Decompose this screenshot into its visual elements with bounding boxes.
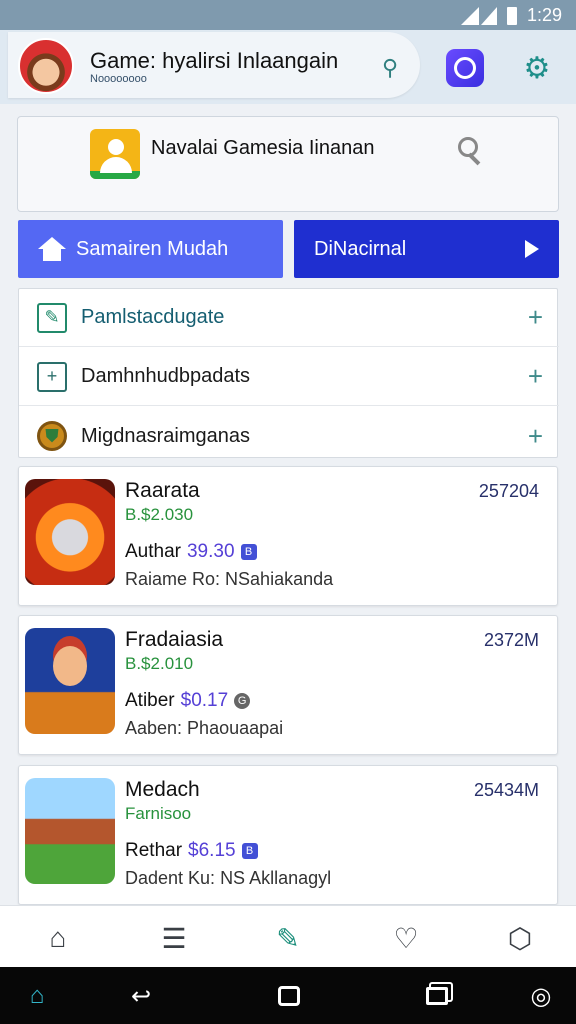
- play-icon: [525, 240, 539, 258]
- assistant-icon[interactable]: ◎: [524, 979, 558, 1013]
- category-item[interactable]: ✎ Pamlstacdugate +: [19, 289, 559, 347]
- back-icon[interactable]: ↩: [124, 979, 158, 1013]
- game-thumbnail: [25, 778, 115, 884]
- category-label: Pamlstacdugate: [81, 306, 225, 328]
- game-title: Fradaiasia: [125, 628, 224, 651]
- badge-icon: B: [241, 843, 258, 859]
- category-list: ✎ Pamlstacdugate + + Damhnhudbpadats + ⛊…: [18, 288, 559, 458]
- search-text: Navalai Gamesia Iinanan: [151, 137, 375, 159]
- game-author: Rethar $6.15 B: [125, 840, 258, 862]
- badge-icon: B: [240, 544, 257, 560]
- plus-icon[interactable]: +: [528, 361, 543, 392]
- pin-icon[interactable]: ⚲: [372, 50, 408, 86]
- game-card[interactable]: Fradaiasia 2372M B.$2.010 Atiber $0.17 G…: [18, 615, 558, 755]
- badge-icon: G: [234, 693, 251, 709]
- game-code: 2372M: [483, 630, 539, 650]
- overview-icon[interactable]: [420, 979, 454, 1013]
- game-price: B.$2.010: [125, 654, 194, 673]
- game-card[interactable]: Raarata 257204 B.$2.030 Authar 39.30 B R…: [18, 466, 558, 606]
- home-icon[interactable]: ⌂: [38, 918, 78, 958]
- author-label: Rethar: [125, 840, 183, 861]
- category-item[interactable]: ⛊ Migdnasraimganas +: [19, 407, 559, 465]
- shield-icon: ⛊: [37, 421, 67, 451]
- game-title: Medach: [125, 778, 200, 801]
- signal-icon: [460, 6, 497, 25]
- category-label: Migdnasraimganas: [81, 424, 250, 447]
- battery-icon: [506, 6, 517, 25]
- author-value: $0.17: [180, 690, 229, 711]
- app-title: Game: hyalirsi Inlaangain: [90, 48, 339, 73]
- add-box-icon: +: [37, 361, 67, 392]
- status-bar: 1:29: [0, 0, 576, 30]
- author-value: 39.30: [186, 541, 235, 562]
- category-label: Damhnhudbpadats: [81, 365, 251, 387]
- next-button-label: DiNacirnal: [314, 237, 407, 260]
- app-subtitle: Noooooooo: [90, 73, 147, 85]
- edit-icon[interactable]: ✎: [268, 918, 308, 958]
- author-label: Atiber: [125, 690, 175, 711]
- game-price: Farnisoo: [125, 804, 192, 823]
- game-card[interactable]: Medach 25434M Farnisoo Rethar $6.15 B Da…: [18, 765, 558, 905]
- game-author: Authar 39.30 B: [125, 541, 257, 563]
- game-description: Raiame Ro: NSahiakanda: [125, 569, 334, 589]
- next-button[interactable]: DiNacirnal: [294, 220, 559, 278]
- game-code: 257204: [478, 481, 539, 501]
- avatar[interactable]: [18, 38, 74, 94]
- author-label: Authar: [125, 541, 181, 562]
- box-icon[interactable]: ⬡: [500, 918, 540, 958]
- camera-icon[interactable]: [446, 49, 484, 87]
- game-thumbnail: [25, 479, 115, 585]
- game-price: B.$2.030: [125, 505, 194, 524]
- status-time: 1:29: [526, 5, 562, 25]
- game-author: Atiber $0.17 G: [125, 690, 251, 712]
- heart-icon[interactable]: ♡: [386, 918, 426, 958]
- edit-icon: ✎: [37, 302, 67, 333]
- settings-icon[interactable]: ⚙: [518, 49, 556, 87]
- list-icon[interactable]: ☰: [154, 918, 194, 958]
- search-card[interactable]: Navalai Gamesia Iinanan: [17, 116, 559, 212]
- game-thumbnail: [25, 628, 115, 734]
- home-button[interactable]: Samairen Mudah: [18, 220, 283, 278]
- game-code: 25434M: [473, 780, 539, 800]
- system-nav: ⌂ ↩ ◎: [0, 967, 576, 1024]
- game-description: Aaben: Phaouaapai: [125, 718, 284, 738]
- home-button-label: Samairen Mudah: [76, 237, 229, 260]
- author-value: $6.15: [188, 840, 236, 861]
- home-icon: [38, 237, 66, 261]
- contact-folder-icon: [90, 129, 140, 179]
- recents-icon[interactable]: [272, 979, 306, 1013]
- bottom-nav: ⌂ ☰ ✎ ♡ ⬡: [0, 905, 576, 967]
- plus-icon[interactable]: +: [528, 302, 543, 333]
- game-title: Raarata: [125, 479, 200, 502]
- plus-icon[interactable]: +: [528, 421, 543, 452]
- home-icon[interactable]: ⌂: [20, 979, 54, 1013]
- category-item[interactable]: + Damhnhudbpadats +: [19, 348, 559, 406]
- search-icon[interactable]: [458, 137, 488, 167]
- game-description: Dadent Ku: NS Akllanagyl: [125, 868, 332, 888]
